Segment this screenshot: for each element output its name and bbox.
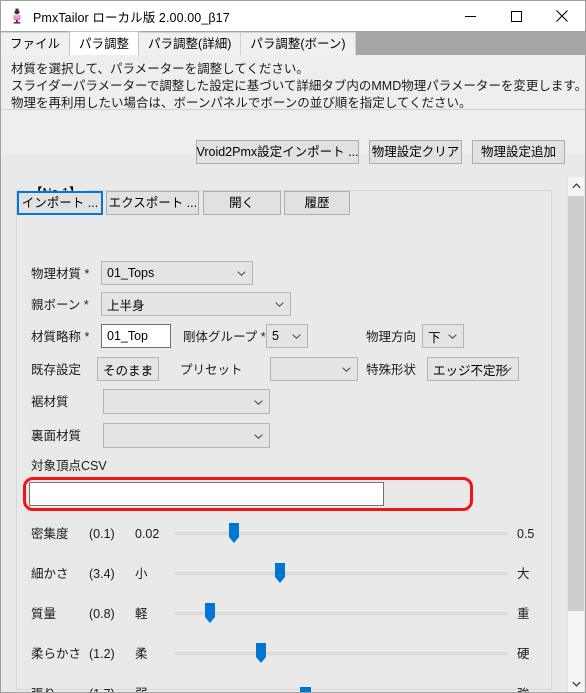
chevron-down-icon	[254, 433, 263, 439]
physics-material-combo[interactable]: 01_Tops	[101, 261, 253, 285]
tab-bar: ファイル パラ調整 パラ調整(詳細) パラ調整(ボーン)	[1, 31, 585, 55]
export-button[interactable]: エクスポート ...	[106, 191, 200, 215]
slider-label-0: 密集度	[31, 527, 69, 541]
slider-min-label-4: 弱	[135, 687, 148, 692]
chevron-down-icon	[342, 367, 351, 372]
slider-min-label-1: 小	[135, 567, 148, 581]
physics-material-value: 01_Tops	[107, 266, 155, 280]
csv-open-button[interactable]: 開く	[202, 191, 281, 215]
app-window: PmxTailor ローカル版 2.00.00_β17 ファイル パラ調整 パラ…	[0, 0, 586, 693]
chevron-down-icon	[254, 399, 263, 405]
description-line-1: 材質を選択して、パラメーターを調整してください。	[11, 62, 309, 76]
preset-label: プリセット	[180, 363, 243, 377]
slider-max-label-2: 重	[517, 607, 530, 621]
existing-setting-combo[interactable]: そのまま	[97, 357, 159, 381]
settings-scroll-area: 【No.1】 インポート ... エクスポート ... 物理材質 * 01_To…	[2, 177, 585, 692]
slider-track-3[interactable]	[175, 652, 507, 655]
special-shape-value: エッジ不定形	[433, 363, 509, 378]
material-abbr-input[interactable]: 01_Top	[101, 324, 171, 348]
slider-thumb-1[interactable]	[275, 563, 285, 583]
mannequin-icon	[9, 8, 25, 24]
description-panel: 材質を選択して、パラメーターを調整してください。 スライダーパラメーターで調整し…	[1, 55, 585, 110]
slider-label-4: 張り	[31, 687, 56, 692]
slider-label-3: 柔らかさ	[31, 647, 82, 661]
slider-thumb-2[interactable]	[205, 603, 215, 623]
scrollbar-thumb[interactable]	[568, 196, 584, 611]
physics-direction-combo[interactable]: 下	[422, 324, 464, 348]
tab-para-detail[interactable]: パラ調整(詳細)	[138, 32, 242, 55]
description-line-2: スライダーパラメーターで調整した設定に基づいて詳細タブ内のMMD物理パラメーター…	[11, 79, 586, 93]
parent-bone-label: 親ボーン *	[31, 298, 89, 312]
special-shape-combo[interactable]: エッジ不定形	[427, 357, 519, 381]
slider-thumb-4[interactable]	[300, 687, 311, 692]
vertical-scrollbar[interactable]	[567, 177, 584, 692]
vroid2pmx-import-button[interactable]: Vroid2Pmx設定インポート ...	[196, 140, 359, 164]
slider-label-2: 質量	[31, 607, 57, 621]
slider-min-label-0: 0.02	[135, 527, 160, 541]
slider-min-label-3: 柔	[135, 647, 148, 661]
preset-combo[interactable]	[270, 357, 358, 381]
physics-add-button[interactable]: 物理設定追加	[472, 140, 565, 164]
material-abbr-value: 01_Top	[107, 329, 149, 343]
material-abbr-label: 材質略称 *	[31, 330, 90, 344]
scroll-down-icon[interactable]	[568, 675, 584, 692]
tab-para-bone[interactable]: パラ調整(ボーン)	[240, 32, 356, 55]
settings-panel: インポート ... エクスポート ... 物理材質 * 01_Tops 親ボーン…	[17, 191, 553, 692]
physics-material-label: 物理材質 *	[31, 267, 90, 281]
slider-max-label-3: 硬	[517, 647, 530, 661]
special-shape-label: 特殊形状	[366, 363, 417, 377]
back-material-combo[interactable]	[103, 423, 270, 448]
slider-thumb-0[interactable]	[229, 523, 239, 543]
hem-material-label: 裾材質	[31, 395, 69, 409]
slider-thumb-3[interactable]	[256, 643, 266, 663]
slider-track-1[interactable]	[175, 572, 507, 575]
tab-para-adjust[interactable]: パラ調整	[69, 31, 140, 55]
slider-max-label-4: 強	[517, 687, 530, 692]
no1-group-box: 【No.1】 インポート ... エクスポート ... 物理材質 * 01_To…	[16, 182, 553, 692]
import-button[interactable]: インポート ...	[17, 191, 103, 215]
physics-direction-label: 物理方向	[366, 330, 417, 344]
chevron-down-icon	[292, 334, 301, 339]
parent-bone-value: 上半身	[107, 298, 145, 313]
chevron-down-icon	[503, 367, 512, 372]
slider-track-0[interactable]	[175, 532, 507, 535]
tab-file[interactable]: ファイル	[1, 32, 71, 55]
chevron-down-icon	[275, 302, 284, 307]
slider-paren-4: (1.7)	[89, 687, 115, 692]
physics-direction-value: 下	[428, 330, 441, 345]
close-button[interactable]	[539, 1, 585, 31]
title-bar: PmxTailor ローカル版 2.00.00_β17	[1, 1, 585, 31]
chevron-down-icon	[448, 334, 457, 339]
rigid-group-value: 5	[272, 329, 279, 343]
slider-paren-1: (3.4)	[89, 567, 115, 581]
chevron-down-icon	[143, 367, 152, 372]
slider-max-label-0: 0.5	[517, 527, 535, 541]
slider-paren-3: (1.2)	[89, 647, 115, 661]
csv-history-button[interactable]: 履歴	[284, 191, 351, 215]
slider-paren-2: (0.8)	[89, 607, 115, 621]
minimize-button[interactable]	[447, 1, 493, 31]
window-title: PmxTailor ローカル版 2.00.00_β17	[33, 10, 230, 25]
back-material-label: 裏面材質	[31, 429, 82, 443]
target-vertex-csv-input[interactable]	[29, 482, 384, 506]
scroll-up-icon[interactable]	[568, 177, 584, 195]
physics-clear-button[interactable]: 物理設定クリア	[369, 140, 462, 164]
rigid-group-combo[interactable]: 5	[266, 324, 308, 348]
slider-paren-0: (0.1)	[89, 527, 115, 541]
window-controls	[447, 1, 585, 31]
parent-bone-combo[interactable]: 上半身	[101, 292, 291, 316]
hem-material-combo[interactable]	[103, 389, 270, 414]
slider-label-1: 細かさ	[31, 567, 69, 581]
chevron-down-icon	[237, 271, 246, 276]
slider-max-label-1: 大	[517, 567, 530, 581]
slider-track-2[interactable]	[175, 612, 507, 615]
rigid-group-label: 剛体グループ *	[183, 330, 266, 344]
existing-setting-label: 既存設定	[31, 363, 82, 377]
maximize-button[interactable]	[493, 1, 539, 31]
slider-min-label-2: 軽	[135, 607, 148, 621]
target-vertex-csv-label: 対象頂点CSV	[31, 459, 107, 473]
